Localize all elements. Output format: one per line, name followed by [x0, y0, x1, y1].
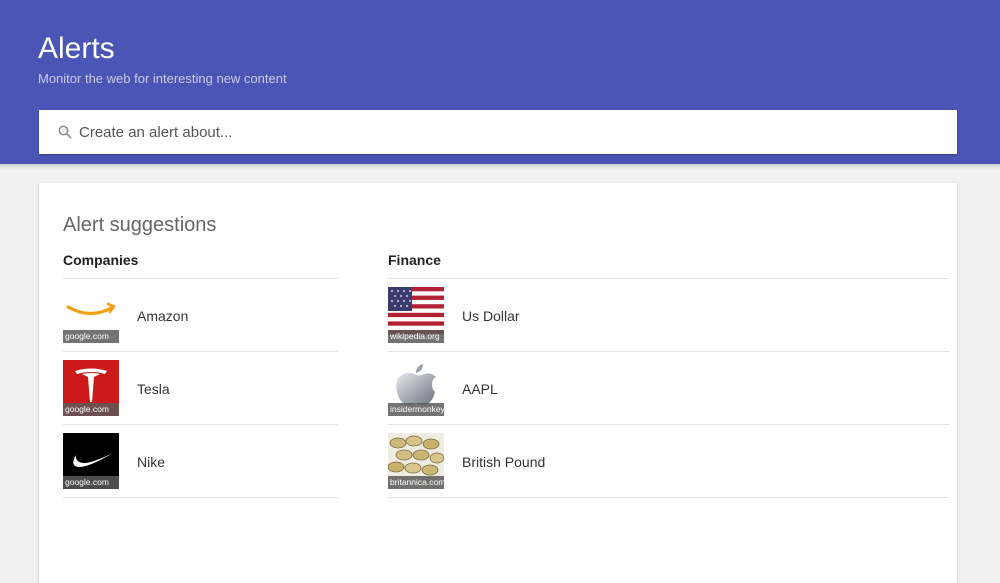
suggestion-label: Us Dollar	[462, 308, 520, 324]
thumbnail-source: google.com	[63, 476, 119, 489]
search-box[interactable]	[39, 110, 957, 154]
thumbnail-source: google.com	[63, 403, 119, 416]
card-title: Alert suggestions	[63, 214, 217, 236]
suggestion-label: British Pound	[462, 454, 546, 470]
page-title: Alerts	[38, 32, 115, 65]
companies-list: google.com Amazon google.com Tesla googl…	[63, 279, 339, 498]
suggestion-tesla[interactable]: google.com Tesla	[63, 352, 339, 425]
search-input[interactable]	[79, 110, 939, 154]
suggestion-label: Nike	[137, 454, 166, 470]
thumbnail-source: insidermonkey	[388, 403, 444, 416]
finance-column: Finance wikipedia.org Us Dollar insiderm…	[388, 251, 949, 498]
suggestion-amazon[interactable]: google.com Amazon	[63, 279, 339, 352]
companies-column: Companies google.com Amazon google.com T…	[63, 251, 339, 498]
thumbnail-source: wikipedia.org	[388, 330, 444, 343]
finance-list: wikipedia.org Us Dollar insidermonkey AA…	[388, 279, 949, 498]
suggestion-label: Amazon	[137, 308, 189, 324]
amazon-logo-thumbnail: google.com	[63, 287, 119, 343]
companies-heading: Companies	[63, 251, 339, 279]
apple-logo-thumbnail: insidermonkey	[388, 360, 444, 416]
header-shadow	[0, 164, 1000, 170]
suggestion-nike[interactable]: google.com Nike	[63, 425, 339, 498]
page-subtitle: Monitor the web for interesting new cont…	[38, 71, 287, 86]
suggestion-british-pound[interactable]: britannica.com British Pound	[388, 425, 949, 498]
nike-logo-thumbnail: google.com	[63, 433, 119, 489]
pound-coins-thumbnail: britannica.com	[388, 433, 444, 489]
suggestion-label: AAPL	[462, 381, 498, 397]
tesla-logo-thumbnail: google.com	[63, 360, 119, 416]
suggestion-label: Tesla	[137, 381, 170, 397]
app-header: Alerts Monitor the web for interesting n…	[0, 0, 1000, 164]
finance-heading: Finance	[388, 251, 949, 279]
suggestion-aapl[interactable]: insidermonkey AAPL	[388, 352, 949, 425]
alert-suggestions-card: Alert suggestions Companies google.com A…	[39, 183, 957, 583]
thumbnail-source: britannica.com	[388, 476, 444, 489]
thumbnail-source: google.com	[63, 330, 119, 343]
us-flag-thumbnail: wikipedia.org	[388, 287, 444, 343]
search-icon	[58, 125, 72, 139]
suggestion-us-dollar[interactable]: wikipedia.org Us Dollar	[388, 279, 949, 352]
